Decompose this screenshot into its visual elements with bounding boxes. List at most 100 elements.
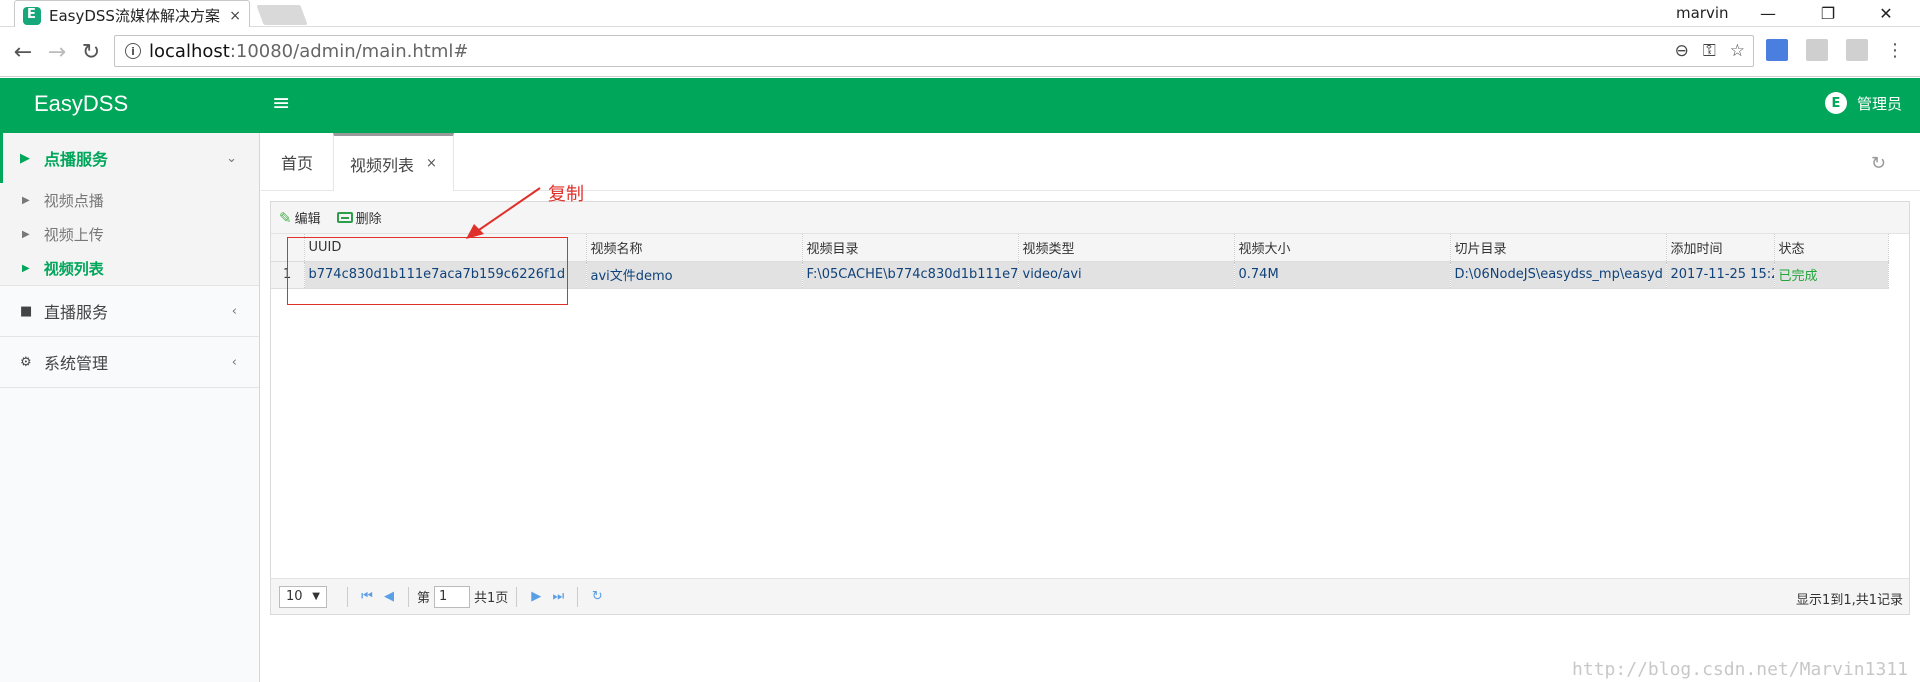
sidebar-item-label: 系统管理 — [44, 354, 109, 373]
divider — [516, 586, 518, 607]
last-page-icon[interactable]: ⏭ — [547, 589, 569, 604]
column-header-dir[interactable]: 视频目录 — [802, 234, 1019, 262]
caret-right-icon: ▶ — [22, 228, 30, 240]
bookmark-star-icon[interactable]: ☆ — [1730, 41, 1745, 61]
info-icon[interactable]: i — [125, 43, 141, 59]
sidebar-item-label: 视频列表 — [43, 259, 104, 278]
tab-label: 视频列表 — [350, 155, 415, 175]
edit-label: 编辑 — [294, 212, 321, 227]
caret-right-icon: ▶ — [22, 194, 30, 206]
restore-button[interactable]: ❐ — [1808, 2, 1848, 24]
translate-extension-icon[interactable] — [1766, 39, 1788, 61]
annotation-arrow-icon — [466, 187, 541, 239]
sidebar-group-vod: ▶ 点播服务 ⌄ ▶ 视频点播 ▶ 视频上传 ▶ 视频列表 — [0, 133, 259, 286]
sidebar-item-video-vod[interactable]: ▶ 视频点播 — [0, 183, 259, 217]
dropdown-caret-icon: ▼ — [312, 591, 320, 602]
pager-info: 显示1到1,共1记录 — [1796, 593, 1903, 608]
cell-slice-dir[interactable]: D:\06NodeJS\easydss_mp\easyd — [1450, 261, 1667, 289]
tab-home[interactable]: 首页 — [261, 133, 333, 191]
column-header-added[interactable]: 添加时间 — [1666, 234, 1775, 262]
avatar: E — [1824, 92, 1847, 114]
page-total: 共1页 — [474, 591, 509, 606]
page-tabs: 首页 视频列表 × ↻ — [261, 133, 1920, 191]
minimize-button[interactable]: — — [1748, 2, 1788, 24]
url-path: :10080/admin/main.html# — [229, 40, 469, 62]
divider — [347, 586, 348, 607]
remove-icon — [336, 212, 353, 223]
pdf-extension-icon[interactable] — [1846, 39, 1868, 61]
annotation-highlight-box — [287, 237, 568, 305]
sidebar-item-label: 点播服务 — [44, 150, 109, 169]
prev-page-icon[interactable]: ◀ — [378, 589, 400, 604]
chevron-down-icon: ⌄ — [226, 150, 237, 166]
sidebar-item-video-upload[interactable]: ▶ 视频上传 — [0, 217, 259, 251]
browser-tabstrip: EasyDSS流媒体解决方案 × marvin — ❐ ✕ — [0, 0, 1920, 30]
column-header-status[interactable]: 状态 — [1774, 234, 1889, 262]
video-camera-icon: ■ — [20, 303, 33, 319]
key-icon[interactable]: ⚿ — [1703, 41, 1716, 61]
sidebar-item-label: 视频点播 — [43, 191, 104, 210]
sidebar-item-system-management[interactable]: ⚙ 系统管理 ‹ — [0, 337, 259, 387]
browser-tab-title: EasyDSS流媒体解决方案 — [49, 7, 220, 25]
sidebar: ▶ 点播服务 ⌄ ▶ 视频点播 ▶ 视频上传 ▶ 视频列表 ■ 直播服务 ‹ ⚙… — [0, 133, 260, 682]
cell-size[interactable]: 0.74M — [1234, 261, 1451, 289]
refresh-icon[interactable]: ↻ — [1871, 153, 1886, 174]
sidebar-item-vod-service[interactable]: ▶ 点播服务 ⌄ — [0, 133, 259, 183]
pencil-icon: ✎ — [279, 208, 292, 227]
divider — [408, 586, 409, 607]
cell-name[interactable]: avi文件demo — [586, 261, 803, 289]
delete-label: 删除 — [355, 212, 382, 227]
browser-toolbar: ← → ↻ i localhost:10080/admin/main.html#… — [0, 27, 1920, 77]
column-header-type[interactable]: 视频类型 — [1018, 234, 1235, 262]
app-logo[interactable]: EasyDSS — [34, 91, 128, 117]
page-number-input[interactable]: 1 — [434, 585, 471, 608]
cell-dir[interactable]: F:\05CACHE\b774c830d1b111e7 — [802, 261, 1019, 289]
tab-video-list[interactable]: 视频列表 × — [333, 133, 454, 191]
cell-type[interactable]: video/avi — [1018, 261, 1235, 289]
back-arrow-icon[interactable]: ← — [10, 40, 36, 65]
column-header-slice-dir[interactable]: 切片目录 — [1450, 234, 1667, 262]
chevron-left-icon: ‹ — [231, 303, 237, 319]
user-menu[interactable]: E 管理员 — [1824, 92, 1902, 114]
first-page-icon[interactable]: ⏮ — [356, 589, 378, 604]
annotation-label: 复制 — [548, 184, 584, 205]
zoom-icon[interactable]: ⊖ — [1675, 41, 1689, 61]
page-size-select[interactable]: 10 ▼ — [279, 585, 327, 608]
reload-icon[interactable]: ↻ — [78, 40, 104, 65]
new-tab-button[interactable] — [256, 5, 308, 25]
reload-icon[interactable]: ↻ — [586, 589, 608, 604]
extension-icon[interactable] — [1806, 39, 1828, 61]
cell-status[interactable]: 已完成 — [1774, 261, 1889, 289]
play-circle-icon: ▶ — [20, 150, 30, 166]
chevron-left-icon: ‹ — [231, 354, 237, 370]
app-header: EasyDSS ≡ E 管理员 — [0, 78, 1920, 133]
pagination: 10 ▼ ⏮ ◀ 第 1 共1页 ▶ ⏭ ↻ 显示1到1,共1记录 — [271, 578, 1909, 614]
sidebar-group-live: ■ 直播服务 ‹ — [0, 286, 259, 337]
edit-button[interactable]: ✎ 编辑 — [279, 208, 321, 228]
sidebar-group-system: ⚙ 系统管理 ‹ — [0, 337, 259, 388]
cell-added[interactable]: 2017-11-25 15:2 — [1666, 261, 1775, 289]
forward-arrow-icon[interactable]: → — [44, 40, 70, 65]
sidebar-item-live-service[interactable]: ■ 直播服务 ‹ — [0, 286, 259, 336]
column-header-name[interactable]: 视频名称 — [586, 234, 803, 262]
browser-menu-icon[interactable]: ⋮ — [1886, 40, 1904, 61]
sidebar-item-video-list[interactable]: ▶ 视频列表 — [0, 251, 259, 285]
url-bar[interactable]: i localhost:10080/admin/main.html# ⊖ ⚿ ☆ — [114, 35, 1754, 67]
tab-close-icon[interactable]: × — [229, 8, 241, 24]
column-header-size[interactable]: 视频大小 — [1234, 234, 1451, 262]
tab-label: 首页 — [280, 154, 313, 173]
hamburger-menu-icon[interactable]: ≡ — [272, 91, 290, 116]
sidebar-item-label: 直播服务 — [44, 303, 109, 322]
close-icon[interactable]: × — [426, 156, 437, 171]
next-page-icon[interactable]: ▶ — [525, 589, 547, 604]
admin-label: 管理员 — [1856, 94, 1902, 113]
gear-icon: ⚙ — [20, 354, 32, 370]
page-size-value: 10 — [286, 589, 303, 604]
browser-tab[interactable]: EasyDSS流媒体解决方案 × — [14, 0, 250, 30]
caret-right-icon: ▶ — [22, 262, 30, 274]
easydss-favicon-icon — [23, 6, 41, 25]
delete-button[interactable]: 删除 — [336, 208, 382, 227]
divider — [577, 586, 579, 607]
close-window-button[interactable]: ✕ — [1866, 2, 1906, 24]
profile-name[interactable]: marvin — [1676, 4, 1729, 22]
